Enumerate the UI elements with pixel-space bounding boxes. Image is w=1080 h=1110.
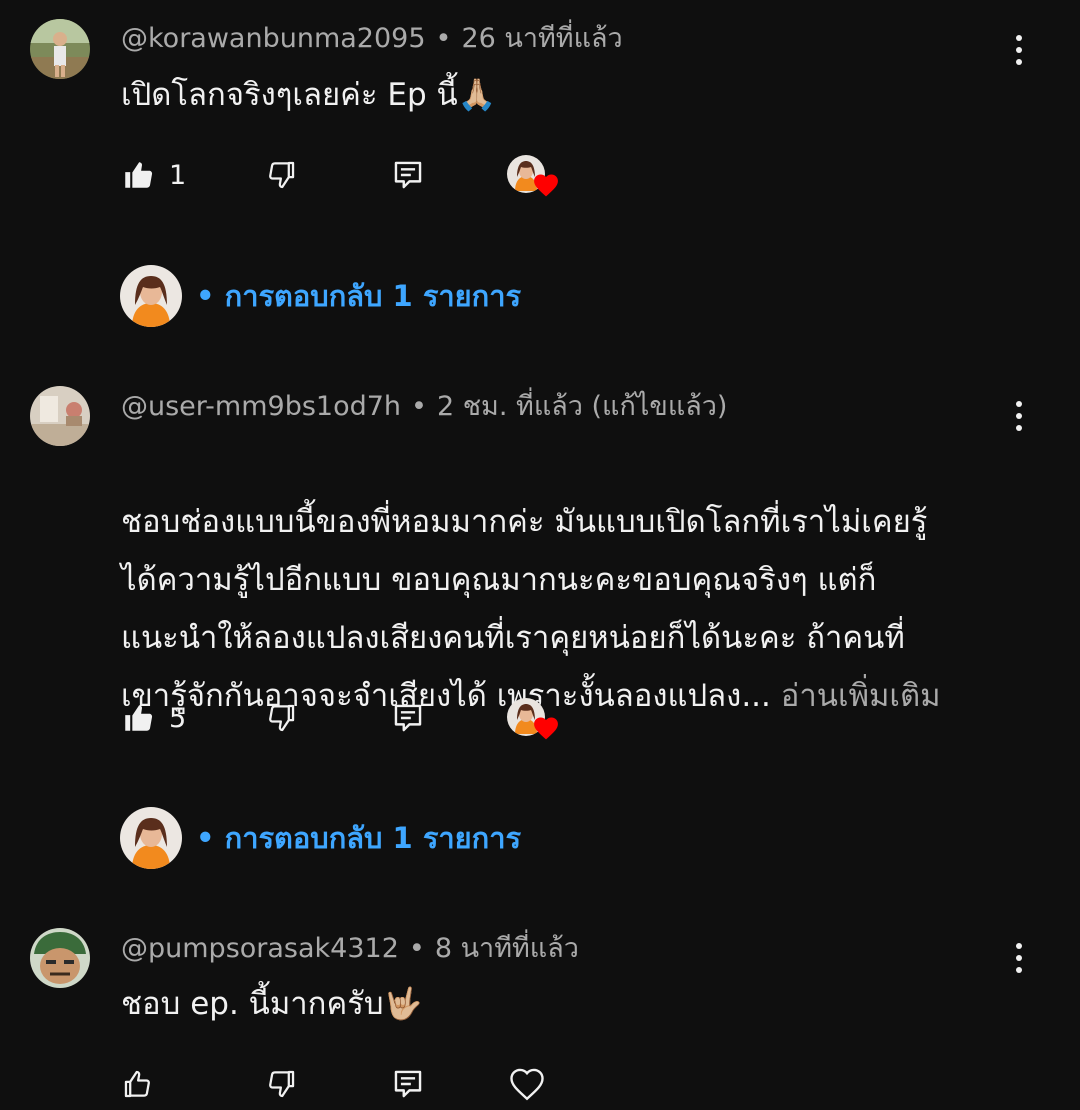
dislike-button[interactable] bbox=[264, 153, 298, 197]
comment-time: 26 นาทีที่แล้ว bbox=[461, 23, 623, 54]
reply-button[interactable] bbox=[391, 153, 425, 197]
thumbs-down-icon bbox=[269, 1070, 295, 1098]
comment-author[interactable]: @korawanbunma2095 bbox=[121, 23, 426, 54]
thumbs-down-icon bbox=[269, 704, 295, 732]
comment-actions bbox=[121, 1062, 621, 1106]
thumbs-up-icon bbox=[125, 162, 153, 188]
comment-author[interactable]: @pumpsorasak4312 bbox=[121, 933, 399, 964]
creator-heart bbox=[507, 698, 563, 746]
creator-avatar bbox=[120, 265, 182, 327]
separator: • bbox=[411, 391, 427, 422]
read-more-link[interactable]: อ่านเพิ่มเติม bbox=[781, 678, 941, 714]
view-replies-button[interactable]: • การตอบกลับ 1 รายการ bbox=[120, 265, 521, 327]
creator-heart-button[interactable] bbox=[508, 1062, 546, 1106]
like-button[interactable]: 5 bbox=[121, 696, 186, 740]
comment-author[interactable]: @user-mm9bs1od7h bbox=[121, 391, 401, 422]
view-replies-button[interactable]: • การตอบกลับ 1 รายการ bbox=[120, 807, 521, 869]
heart-icon bbox=[510, 1068, 544, 1101]
like-button[interactable]: 1 bbox=[121, 153, 186, 197]
heart-icon bbox=[534, 717, 558, 740]
thumbs-up-icon bbox=[124, 1070, 150, 1098]
comment-reply-icon bbox=[394, 1070, 422, 1098]
comment-reply-icon bbox=[394, 704, 422, 732]
replies-label[interactable]: • การตอบกลับ 1 รายการ bbox=[196, 273, 521, 319]
reply-button[interactable] bbox=[391, 1062, 425, 1106]
comment-text: เปิดโลกจริงๆเลยค่ะ Ep นี้🙏🏼 bbox=[121, 77, 497, 113]
comment-actions: 1 bbox=[121, 153, 621, 197]
comment-text: ชอบ ep. นี้มากครับ🤟🏼 bbox=[121, 986, 423, 1022]
creator-heart bbox=[507, 155, 563, 203]
comment-header: @korawanbunma2095 • 26 นาทีที่แล้ว bbox=[121, 22, 623, 56]
more-vertical-icon[interactable] bbox=[1003, 938, 1035, 978]
separator: • bbox=[408, 933, 425, 964]
creator-avatar bbox=[120, 807, 182, 869]
more-vertical-icon[interactable] bbox=[1003, 30, 1035, 70]
comment-text: ชอบช่องแบบนี้ของพี่หอมมากค่ะ มันแบบเปิดโ… bbox=[121, 435, 1001, 725]
comment-header: @pumpsorasak4312 • 8 นาทีที่แล้ว bbox=[121, 932, 579, 966]
reply-button[interactable] bbox=[391, 696, 425, 740]
like-count: 1 bbox=[169, 159, 187, 191]
like-button[interactable] bbox=[121, 1062, 169, 1106]
like-count: 5 bbox=[169, 702, 187, 734]
heart-icon bbox=[534, 174, 558, 197]
avatar[interactable] bbox=[30, 19, 90, 79]
thumbs-down-icon bbox=[269, 161, 295, 189]
dislike-button[interactable] bbox=[264, 1062, 298, 1106]
comment-time: 8 นาทีที่แล้ว bbox=[434, 933, 579, 964]
separator: • bbox=[435, 23, 452, 54]
dislike-button[interactable] bbox=[264, 696, 298, 740]
replies-label[interactable]: • การตอบกลับ 1 รายการ bbox=[196, 815, 521, 861]
thumbs-up-icon bbox=[125, 705, 153, 731]
comment-time: 2 ชม. ที่แล้ว (แก้ไขแล้ว) bbox=[436, 391, 728, 422]
comment-reply-icon bbox=[394, 161, 422, 189]
comment-header: @user-mm9bs1od7h • 2 ชม. ที่แล้ว (แก้ไขแล้… bbox=[121, 390, 727, 424]
more-vertical-icon[interactable] bbox=[1003, 396, 1035, 436]
avatar[interactable] bbox=[30, 386, 90, 446]
comment-actions: 5 bbox=[121, 696, 621, 740]
avatar[interactable] bbox=[30, 928, 90, 988]
